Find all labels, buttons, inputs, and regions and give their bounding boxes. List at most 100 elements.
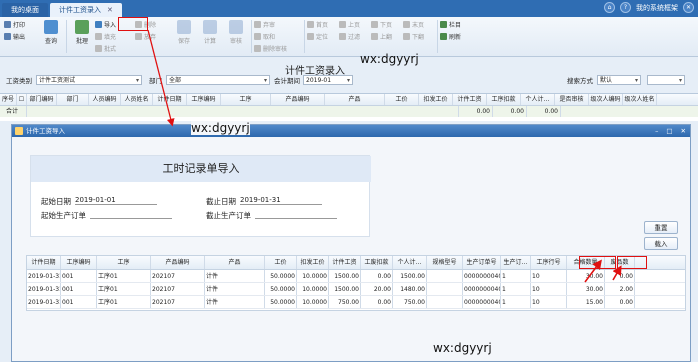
tab-bar: 我的桌面 计件工资录入 ✕ [0,0,698,17]
column-header[interactable]: 工废扣款 [361,256,393,269]
down-page-button[interactable]: 下页 [371,20,403,29]
column-header[interactable]: 级次人编码 [589,94,623,105]
button-label: 上翻 [380,34,393,41]
column-header[interactable]: 生产订单号 [463,256,501,269]
column-header[interactable]: 人员编码 [89,94,121,105]
column-header[interactable]: 级次人姓名 [623,94,657,105]
locate-icon [307,33,314,40]
column-header[interactable]: 工序编码 [61,256,97,269]
column-header[interactable]: 工价 [265,256,297,269]
column-header[interactable]: 计件工资 [453,94,487,105]
column-header[interactable]: 产品 [205,256,265,269]
cell: 0.00 [361,270,393,282]
tab-my-desktop[interactable]: 我的桌面 [2,3,48,17]
table-row[interactable]: 2019-01-31 001 工序01 202107 计件 50.0000 10… [27,296,685,309]
cell: 1 [501,296,531,308]
batch-button[interactable]: 批理 [69,17,95,56]
select-all-checkbox[interactable]: ☐ [17,94,27,105]
maximize-icon[interactable]: □ [666,125,672,137]
tab-piece-wage-entry[interactable]: 计件工资录入 ✕ [50,3,122,17]
qualified-qty-highlight [579,256,616,269]
column-header[interactable]: 工序扣款 [487,94,521,105]
bulk-button[interactable]: 批式 [95,44,135,53]
query-button[interactable]: 查询 [38,17,64,56]
dialog-titlebar: 计件工资导入 – □ ✕ [12,125,690,137]
end-date-input[interactable]: 2019-01-31 [240,196,322,205]
dept-select[interactable]: 全部 [166,75,270,85]
column-header[interactable]: 序号 [0,94,17,105]
cell: 750.00 [329,296,361,308]
column-header[interactable]: 计件工资 [329,256,361,269]
up-page-button[interactable]: 上页 [339,20,371,29]
column-header[interactable]: 扣发工价 [297,256,329,269]
cell: 计件 [205,270,265,282]
column-header[interactable]: 产品 [325,94,385,105]
minimize-icon[interactable]: – [655,125,658,137]
table-row[interactable]: 2019-01-31 001 工序01 202107 计件 50.0000 10… [27,283,685,296]
button-label: 弃审 [263,22,276,29]
start-order-input[interactable] [90,210,172,219]
release-button[interactable]: 放弃 [135,32,171,41]
column-header[interactable]: 工序编码 [187,94,221,105]
column-header[interactable]: 产品编码 [151,256,205,269]
search-input[interactable] [647,75,685,85]
window-controls: ⌂ ? 我的系统框架 ✕ [604,2,694,13]
column-header[interactable]: 部门 [57,94,89,105]
save-button[interactable]: 保存 [171,17,197,56]
column-header[interactable]: 工序行号 [531,256,567,269]
cell: 20.00 [361,283,393,295]
cell [427,270,463,282]
column-header[interactable]: 个人计… [521,94,555,105]
close-icon[interactable]: ✕ [681,125,686,137]
last-page-button[interactable]: 末页 [403,20,435,29]
cell: 30.00 [567,283,605,295]
button-label: 打印 [13,22,26,29]
print-button[interactable]: 打印 [4,20,38,29]
home-icon[interactable]: ⌂ [604,2,615,13]
column-header[interactable]: 规格型号 [427,256,463,269]
first-page-button[interactable]: 首页 [307,20,339,29]
column-header[interactable]: 工序 [97,256,151,269]
locate-button[interactable]: 定位 [307,32,339,41]
cell: 10 [531,296,567,308]
filter-button[interactable]: 过滤 [339,32,371,41]
cell: 10 [531,270,567,282]
fill-button[interactable]: 填充 [95,32,135,41]
column-header[interactable]: 生产订… [501,256,531,269]
table-row[interactable]: 2019-01-31 001 工序01 202107 计件 50.0000 10… [27,270,685,283]
column-header[interactable]: 是否审核 [555,94,589,105]
help-icon[interactable]: ? [620,2,631,13]
column-header[interactable]: 个人计… [393,256,427,269]
column-header[interactable]: 部门编码 [27,94,57,105]
column-header[interactable]: 工序 [221,94,271,105]
total-value: 0.00 [527,106,561,117]
close-icon[interactable]: ✕ [683,2,694,13]
column-header[interactable]: 产品编码 [271,94,325,105]
cancel-audit-button[interactable]: 删除审核 [254,44,302,53]
search-mode-select[interactable]: 默认 [597,75,641,85]
column-header[interactable]: 人员姓名 [121,94,153,105]
next-record-button[interactable]: 下翻 [403,32,435,41]
prev-record-button[interactable]: 上翻 [371,32,403,41]
column-button[interactable]: 栏目 [440,20,480,29]
review-button[interactable]: 弃审 [254,20,302,29]
column-header[interactable]: 扣发工价 [419,94,453,105]
start-date-label: 起始日期 [41,197,71,206]
end-order-input[interactable] [255,210,337,219]
period-select[interactable]: 2019-01 [303,75,353,85]
audit-button[interactable]: 审核 [223,17,249,56]
column-header[interactable]: 计件日期 [153,94,187,105]
button-label: 查询 [44,38,57,45]
reset-button[interactable]: 重置 [644,221,678,234]
output-button[interactable]: 输出 [4,32,38,41]
close-icon[interactable]: ✕ [107,6,113,14]
sum-button[interactable]: 取和 [254,32,302,41]
load-button[interactable]: 载入 [644,237,678,250]
calc-button[interactable]: 计算 [197,17,223,56]
column-header[interactable]: 计件日期 [27,256,61,269]
column-header[interactable]: 工价 [385,94,419,105]
wage-type-select[interactable]: 计件工资测试 [36,75,142,85]
refresh-button[interactable]: 刷新 [440,32,480,41]
undo-icon [135,33,142,40]
start-date-input[interactable]: 2019-01-01 [75,196,157,205]
